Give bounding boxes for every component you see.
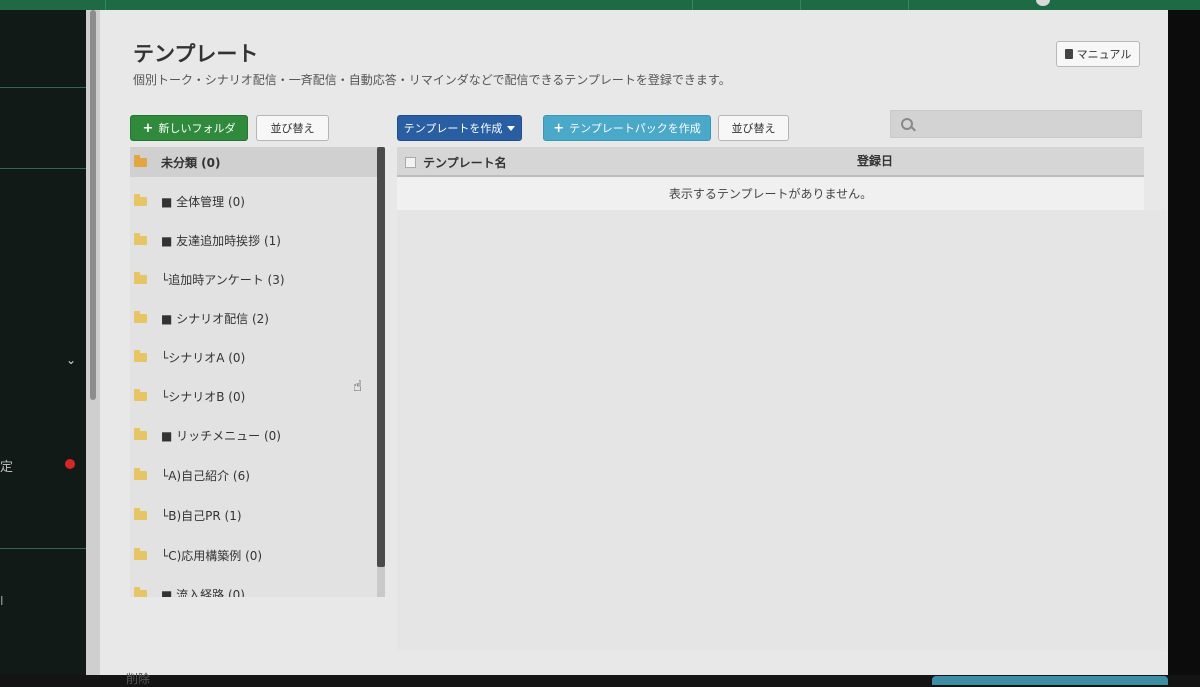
folder-sort-button[interactable]: 並び替え bbox=[256, 115, 329, 141]
folder-label: ■ 全体管理 (0) bbox=[161, 194, 245, 209]
folder-label: ■ リッチメニュー (0) bbox=[161, 428, 281, 443]
empty-message: 表示するテンプレートがありません。 bbox=[397, 177, 1144, 210]
sidebar-top-bar bbox=[0, 0, 100, 10]
new-folder-button[interactable]: + 新しいフォルダ bbox=[130, 115, 248, 141]
window-control[interactable] bbox=[1036, 0, 1050, 6]
folder-open-icon bbox=[134, 154, 147, 167]
new-folder-label: 新しいフォルダ bbox=[158, 122, 236, 135]
chevron-down-icon[interactable]: ⌄ bbox=[66, 353, 76, 367]
create-template-button[interactable]: テンプレートを作成 bbox=[397, 115, 522, 141]
folder-item-uncategorized[interactable]: 未分類 (0) bbox=[130, 147, 380, 177]
folder-label: └シナリオB (0) bbox=[161, 389, 246, 404]
top-bar bbox=[100, 0, 1200, 10]
folder-item[interactable]: └B)自己PR (1) bbox=[130, 500, 380, 530]
folder-icon bbox=[134, 232, 147, 245]
sidebar-text: I bbox=[0, 594, 4, 608]
folder-icon bbox=[134, 193, 147, 206]
caret-down-icon bbox=[507, 125, 516, 131]
folder-item[interactable]: ■ 友達追加時挨拶 (1) bbox=[130, 225, 380, 255]
page-scrollbar[interactable] bbox=[86, 10, 100, 675]
page-title: テンプレート bbox=[133, 42, 259, 66]
column-header-date[interactable]: 登録日 bbox=[857, 152, 893, 169]
folder-item[interactable]: ■ 流入経路 (0) bbox=[130, 579, 380, 597]
folder-item[interactable]: └シナリオB (0) bbox=[130, 381, 380, 411]
bottom-action-button[interactable] bbox=[932, 676, 1168, 685]
plus-icon: + bbox=[142, 120, 154, 136]
create-template-pack-button[interactable]: + テンプレートパックを作成 bbox=[543, 115, 711, 141]
template-sort-label: 並び替え bbox=[731, 122, 776, 135]
folder-icon bbox=[134, 310, 147, 323]
template-content-area bbox=[397, 210, 1167, 650]
folder-item[interactable]: ■ シナリオ配信 (2) bbox=[130, 303, 380, 333]
folder-label: ■ 流入経路 (0) bbox=[161, 587, 245, 598]
plus-icon: + bbox=[553, 120, 565, 136]
folder-label: ■ シナリオ配信 (2) bbox=[161, 311, 269, 326]
page-description: 個別トーク・シナリオ配信・一斉配信・自動応答・リマインダなどで配信できるテンプレ… bbox=[133, 73, 731, 87]
folder-icon bbox=[134, 271, 147, 284]
manual-button-label: マニュアル bbox=[1076, 48, 1132, 61]
folder-icon bbox=[134, 547, 147, 560]
folder-list-scrollbar[interactable] bbox=[377, 147, 385, 597]
folder-item[interactable]: ■ リッチメニュー (0) bbox=[130, 420, 380, 450]
template-panel: テンプレート 個別トーク・シナリオ配信・一斉配信・自動応答・リマインダなどで配信… bbox=[100, 10, 1168, 686]
sidebar-divider bbox=[0, 168, 88, 169]
folder-label: └シナリオA (0) bbox=[161, 350, 246, 365]
folder-list-scrollbar-thumb[interactable] bbox=[377, 147, 385, 567]
sidebar-divider bbox=[0, 87, 88, 88]
folder-icon bbox=[134, 586, 147, 597]
delete-button[interactable]: 削除 bbox=[126, 670, 150, 687]
folder-label: ■ 友達追加時挨拶 (1) bbox=[161, 233, 281, 248]
folder-item[interactable]: └シナリオA (0) bbox=[130, 342, 380, 372]
template-table-header: テンプレート名 登録日 bbox=[397, 147, 1144, 177]
create-template-pack-label: テンプレートパックを作成 bbox=[569, 122, 701, 135]
folder-item[interactable]: └C)応用構築例 (0) bbox=[130, 540, 380, 570]
folder-icon bbox=[134, 388, 147, 401]
search-icon bbox=[901, 118, 913, 130]
folder-label: └A)自己紹介 (6) bbox=[161, 468, 250, 483]
folder-label: └C)応用構築例 (0) bbox=[161, 548, 263, 563]
folder-label: 未分類 (0) bbox=[161, 155, 221, 170]
search-input[interactable] bbox=[890, 110, 1142, 138]
folder-item[interactable]: ■ 全体管理 (0) bbox=[130, 186, 380, 216]
folder-icon bbox=[134, 507, 147, 520]
folder-label: └追加時アンケート (3) bbox=[161, 272, 285, 287]
select-all-checkbox[interactable] bbox=[405, 157, 416, 168]
create-template-label: テンプレートを作成 bbox=[403, 122, 503, 135]
folder-icon bbox=[134, 427, 147, 440]
folder-sort-label: 並び替え bbox=[270, 122, 315, 135]
sidebar-divider bbox=[0, 548, 88, 549]
folder-list: 未分類 (0) ■ 全体管理 (0) ■ 友達追加時挨拶 (1) └追加時アンケ… bbox=[130, 147, 380, 597]
column-header-name[interactable]: テンプレート名 bbox=[423, 154, 507, 171]
folder-item[interactable]: └追加時アンケート (3) bbox=[130, 264, 380, 294]
folder-item[interactable]: └A)自己紹介 (6) bbox=[130, 460, 380, 490]
template-sort-button[interactable]: 並び替え bbox=[718, 115, 789, 141]
book-icon bbox=[1064, 49, 1073, 59]
folder-icon bbox=[134, 467, 147, 480]
notification-dot bbox=[65, 459, 75, 469]
screen-edge bbox=[1168, 10, 1200, 675]
manual-button[interactable]: マニュアル bbox=[1056, 41, 1140, 67]
page-scrollbar-thumb[interactable] bbox=[90, 10, 96, 400]
app-sidebar: ⌄ 定 I bbox=[0, 0, 100, 675]
folder-label: └B)自己PR (1) bbox=[161, 508, 242, 523]
hand-cursor-icon: ☝ bbox=[353, 377, 363, 395]
folder-icon bbox=[134, 349, 147, 362]
sidebar-text: 定 bbox=[0, 460, 14, 475]
